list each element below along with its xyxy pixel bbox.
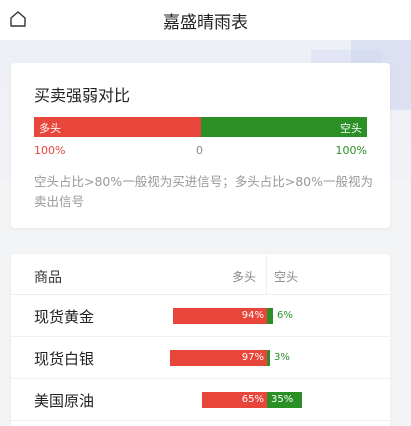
long-bar: 97%	[170, 350, 267, 366]
short-percent: 100%	[335, 144, 367, 157]
table-header: 商品 多头 空头	[11, 254, 390, 295]
col-product: 商品	[34, 270, 62, 286]
strength-comparison-card: 买卖强弱对比 多头 空头 100% 0 100% 空头占比>80%一般视为买进信…	[11, 63, 390, 228]
bar-scale: 100% 0 100%	[34, 144, 367, 160]
short-bar	[267, 350, 270, 366]
header-bar: 嘉盛晴雨表	[0, 0, 411, 40]
card-heading: 买卖强弱对比	[34, 86, 131, 105]
center-zero: 0	[196, 144, 203, 157]
product-name: 美国原油	[34, 392, 95, 410]
short-bar-label: 空头	[340, 122, 362, 135]
short-percent-label: 3%	[274, 352, 290, 363]
table-row[interactable]: 现货黄金 94% 6%	[11, 295, 390, 337]
short-percent-label: 6%	[277, 310, 293, 321]
short-bar	[267, 308, 273, 324]
product-name: 现货白银	[34, 350, 95, 368]
long-bar-label: 多头	[39, 122, 61, 135]
product-table-card: 商品 多头 空头 现货黄金 94% 6% 现货白银 97% 3% 美国原油 65% 35%	[11, 254, 390, 426]
long-bar: 多头	[34, 117, 201, 137]
column-divider	[266, 254, 267, 295]
col-long: 多头	[232, 270, 257, 284]
col-short: 空头	[274, 270, 299, 284]
short-bar: 空头	[201, 117, 367, 137]
product-name: 现货黄金	[34, 308, 95, 326]
table-row[interactable]: 现货白银 97% 3%	[11, 337, 390, 379]
page-title: 嘉盛晴雨表	[163, 13, 248, 33]
signal-note: 空头占比>80%一般视为买进信号；多头占比>80%一般视为卖出信号	[34, 174, 374, 209]
long-bar: 65%	[202, 392, 267, 408]
short-percent-label: 35%	[271, 394, 294, 405]
table-row[interactable]: 美国原油 65% 35%	[11, 379, 390, 421]
long-bar: 94%	[173, 308, 267, 324]
long-percent: 100%	[34, 144, 66, 157]
strength-bar: 多头 空头	[34, 117, 367, 137]
